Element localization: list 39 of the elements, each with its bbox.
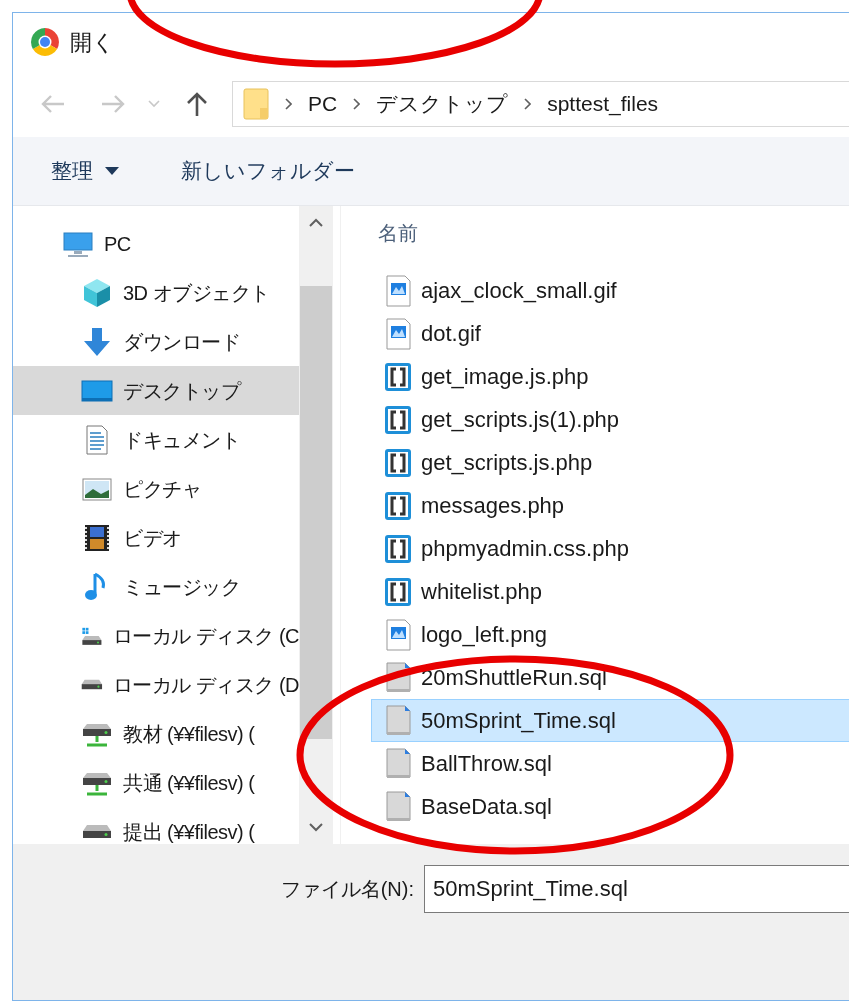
- folder-icon: [243, 88, 269, 120]
- breadcrumb-link[interactable]: spttest_files: [547, 88, 659, 120]
- image-file-icon: [384, 618, 412, 651]
- navigation-item[interactable]: デスクトップ: [13, 366, 299, 415]
- script-file-icon: [384, 489, 412, 522]
- breadcrumb-chevron-icon[interactable]: [353, 98, 361, 110]
- drive-icon: [81, 677, 103, 692]
- image-file-icon: [384, 317, 412, 350]
- breadcrumb-chevron-icon[interactable]: [285, 98, 292, 110]
- scrollbar[interactable]: [299, 206, 333, 844]
- breadcrumb-link[interactable]: PC: [308, 88, 338, 120]
- database-file-icon: [384, 747, 412, 780]
- address-bar[interactable]: PC デスクトップ spttest_files: [232, 81, 849, 127]
- script-file-icon: [384, 446, 412, 479]
- database-file-icon: [384, 704, 412, 737]
- window-title: 開く: [70, 28, 115, 57]
- database-file-icon: [384, 790, 412, 823]
- up-arrow-icon[interactable]: [185, 91, 209, 117]
- script-file-icon: [384, 360, 412, 393]
- script-file-icon: [384, 575, 412, 608]
- script-file-icon: [384, 532, 412, 565]
- scroll-up-icon[interactable]: [309, 218, 323, 228]
- file-name-label: ファイル名(N):: [279, 877, 415, 902]
- cube-icon: [81, 276, 113, 309]
- scroll-down-icon[interactable]: [309, 822, 323, 832]
- scrollbar-thumb[interactable]: [300, 286, 332, 739]
- download-arrow-icon: [81, 325, 113, 358]
- breadcrumb-link[interactable]: デスクトップ: [376, 88, 509, 120]
- file-name-field[interactable]: 50mSprint_Time.sql: [424, 865, 849, 913]
- column-header[interactable]: 名前: [378, 217, 418, 248]
- new-folder-button[interactable]: 新しいフォルダー: [181, 155, 355, 187]
- browser-logo-icon: [30, 27, 60, 57]
- organize-menu-button[interactable]: 整理: [51, 155, 119, 187]
- image-file-icon: [384, 274, 412, 307]
- script-file-icon: [384, 403, 412, 436]
- breadcrumb-chevron-icon[interactable]: [524, 98, 532, 110]
- dropdown-caret-icon: [105, 167, 119, 175]
- drive-icon: [81, 824, 113, 839]
- file-row[interactable]: 50mSprint_Time.sql: [371, 699, 849, 742]
